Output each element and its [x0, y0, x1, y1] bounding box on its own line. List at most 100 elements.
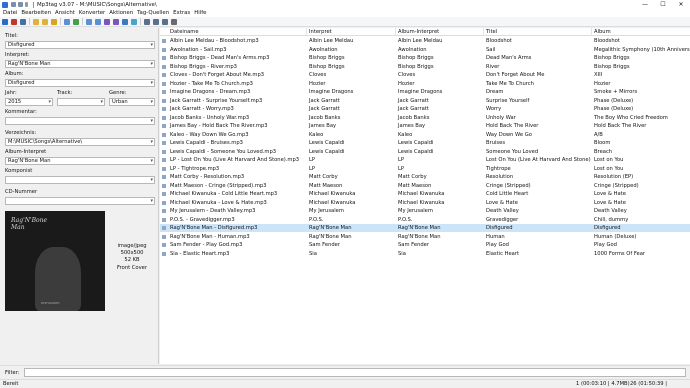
filename-to-tag-icon[interactable] — [95, 18, 101, 25]
cell-album-artist: James Bay — [398, 123, 426, 129]
chevron-down-icon[interactable]: ▾ — [150, 99, 153, 105]
text-to-tag-icon[interactable] — [104, 18, 110, 25]
cell-title: Play God — [486, 242, 509, 248]
copy-icon[interactable] — [153, 18, 159, 25]
filter-input[interactable] — [24, 368, 686, 377]
table-row[interactable]: Matt Corby - Resolution.mp3 Matt Corby Mat… — [160, 173, 690, 181]
chevron-down-icon[interactable]: ▾ — [150, 61, 153, 67]
cell-title: Don't Forget About Me — [486, 72, 545, 78]
table-row[interactable]: Awolnation - Sail.mp3 Awolnation Awolnatio… — [160, 46, 690, 54]
cell-title: Worry — [486, 106, 502, 112]
table-row[interactable]: Kaleo - Way Down We Go.mp3 Kaleo Kaleo Way … — [160, 131, 690, 139]
chevron-down-icon[interactable]: ▾ — [150, 118, 153, 124]
table-row[interactable]: Lewis Capaldi - Bruises.mp3 Lewis Capaldi… — [160, 139, 690, 147]
menu-tag-sources[interactable]: Tag-Quellen — [135, 10, 171, 16]
table-row[interactable]: Albin Lee Meldau - Bloodshot.mp3 Albin Le… — [160, 37, 690, 45]
save-icon[interactable] — [2, 18, 8, 25]
tag-to-filename-icon[interactable] — [86, 18, 92, 25]
column-album-artist[interactable]: Album-Interpret — [396, 28, 484, 36]
menu-actions[interactable]: Aktionen — [107, 10, 135, 16]
table-row[interactable]: Bishop Briggs - Dead Man's Arms.mp3 Bisho… — [160, 54, 690, 62]
table-row[interactable]: Sam Fender - Play God.mp3 Sam Fender Sam F… — [160, 241, 690, 249]
artist-field[interactable]: Rag'N'Bone Man ▾ — [5, 60, 155, 68]
menu-converter[interactable]: Konverter — [77, 10, 107, 16]
cell-album: Smoke + Mirrors — [594, 89, 638, 95]
quick-undo-icon[interactable] — [18, 2, 23, 7]
cover-info: image/jpeg 500x500 52 KB Front Cover — [109, 243, 155, 272]
table-row[interactable]: Hozier - Take Me To Church.mp3 Hozier Hozi… — [160, 80, 690, 88]
playlist-icon[interactable] — [131, 18, 137, 25]
menu-file[interactable]: Datei — [1, 10, 19, 16]
table-row[interactable]: Matt Maeson - Cringe (Stripped).mp3 Matt … — [160, 182, 690, 190]
table-row[interactable]: Jack Garratt - Surprise Yourself.mp3 Jack… — [160, 97, 690, 105]
table-row[interactable]: Rag'N'Bone Man - Disfigured.mp3 Rag'N'Bon… — [160, 224, 690, 232]
cell-filename: Imagine Dragons - Dream.mp3 — [170, 89, 251, 95]
table-row[interactable]: LP - Lost On You (Live At Harvard And St… — [160, 156, 690, 164]
title-field[interactable]: Disfigured ▾ — [5, 41, 155, 49]
cell-album-artist: Matt Maeson — [398, 182, 432, 189]
table-row[interactable]: Lewis Capaldi - Someone You Loved.mp3 Lew… — [160, 148, 690, 156]
cell-title: Dream — [486, 89, 504, 95]
column-album[interactable]: Album — [592, 28, 690, 36]
cell-artist: Rag'N'Bone Man — [309, 225, 352, 231]
menu-extras[interactable]: Extras — [171, 10, 192, 16]
album-artist-field[interactable]: Rag'N'Bone Man ▾ — [5, 157, 155, 165]
track-field[interactable]: ▾ — [57, 98, 105, 106]
chevron-down-icon[interactable]: ▾ — [150, 80, 153, 86]
tag-source-icon[interactable] — [64, 18, 70, 25]
minimize-button[interactable]: — — [636, 0, 654, 9]
table-row[interactable]: Jacob Banks - Unholy War.mp3 Jacob Banks J… — [160, 114, 690, 122]
export-icon[interactable] — [122, 18, 128, 25]
comment-field[interactable]: ▾ — [5, 117, 155, 125]
chevron-down-icon[interactable]: ▾ — [150, 198, 153, 204]
settings-icon[interactable] — [171, 18, 177, 25]
add-folder-icon[interactable] — [42, 18, 48, 25]
status-selection: 1 (00:03:10 | 4.7MB) — [576, 381, 630, 387]
table-row[interactable]: P.O.S. - Gravedigger.mp3 P.O.S. P.O.S. Grav… — [160, 216, 690, 224]
composer-field[interactable]: ▾ — [5, 176, 155, 184]
refresh-icon[interactable] — [73, 18, 79, 25]
table-row[interactable]: Michael Kiwanuka - Love & Hate.mp3 Michae… — [160, 199, 690, 207]
table-row[interactable]: My Jerusalem - Death Valley.mp3 My Jerusa… — [160, 207, 690, 215]
column-filename[interactable]: Dateiname — [160, 28, 307, 36]
quick-save-icon[interactable] — [11, 2, 16, 7]
disc-number-field[interactable]: ▾ — [5, 197, 155, 205]
menu-help[interactable]: Hilfe — [192, 10, 208, 16]
year-field[interactable]: 2015 ▾ — [5, 98, 53, 106]
table-row[interactable]: Rag'N'Bone Man - Human.mp3 Rag'N'Bone Man… — [160, 233, 690, 241]
menu-edit[interactable]: Bearbeiten — [19, 10, 53, 16]
chevron-down-icon[interactable]: ▾ — [150, 139, 153, 145]
favorite-icon[interactable] — [51, 18, 57, 25]
cell-filename: Sia - Elastic Heart.mp3 — [170, 250, 230, 257]
table-row[interactable]: Michael Kiwanuka - Cold Little Heart.mp3… — [160, 190, 690, 198]
paste-icon[interactable] — [162, 18, 168, 25]
table-row[interactable]: Jack Garratt - Worry.mp3 Jack Garratt Jack… — [160, 105, 690, 113]
menu-view[interactable]: Ansicht — [53, 10, 77, 16]
quick-access-dropdown-icon[interactable] — [25, 2, 28, 7]
table-row[interactable]: James Bay - Hold Back The River.mp3 James… — [160, 122, 690, 130]
close-button[interactable]: ✕ — [672, 0, 690, 9]
chevron-down-icon[interactable]: ▾ — [150, 177, 153, 183]
chevron-down-icon[interactable]: ▾ — [150, 158, 153, 164]
chevron-down-icon[interactable]: ▾ — [48, 99, 51, 105]
table-row[interactable]: LP - Tightrope.mp3 LP LP Tightrope Lost on Y… — [160, 165, 690, 173]
table-row[interactable]: Imagine Dragons - Dream.mp3 Imagine Drago… — [160, 88, 690, 96]
cover-art[interactable]: Rag'N'Bone Man DISFIGURED — [5, 211, 105, 311]
table-row[interactable]: Cloves - Don't Forget About Me.mp3 Cloves… — [160, 71, 690, 79]
column-title[interactable]: Titel — [484, 28, 592, 36]
chevron-down-icon[interactable]: ▾ — [100, 99, 103, 105]
table-row[interactable]: Bishop Briggs - River.mp3 Bishop Briggs Bi… — [160, 63, 690, 71]
delete-icon[interactable] — [11, 18, 17, 25]
cut-icon[interactable] — [144, 18, 150, 25]
maximize-button[interactable]: ☐ — [654, 0, 672, 9]
table-row[interactable]: Sia - Elastic Heart.mp3 Sia Sia Elastic Hea… — [160, 250, 690, 258]
column-artist[interactable]: Interpret — [307, 28, 396, 36]
genre-field[interactable]: Urban ▾ — [109, 98, 155, 106]
chevron-down-icon[interactable]: ▾ — [150, 42, 153, 48]
directory-field[interactable]: M:\MUSIC\Songs\Alternative\ ▾ — [5, 138, 155, 146]
album-field[interactable]: Disfigured ▾ — [5, 79, 155, 87]
file-list[interactable]: Dateiname Interpret Album-Interpret Tite… — [160, 28, 690, 364]
open-folder-icon[interactable] — [33, 18, 39, 25]
tag-to-text-icon[interactable] — [113, 18, 119, 25]
undo-icon[interactable] — [20, 18, 26, 25]
